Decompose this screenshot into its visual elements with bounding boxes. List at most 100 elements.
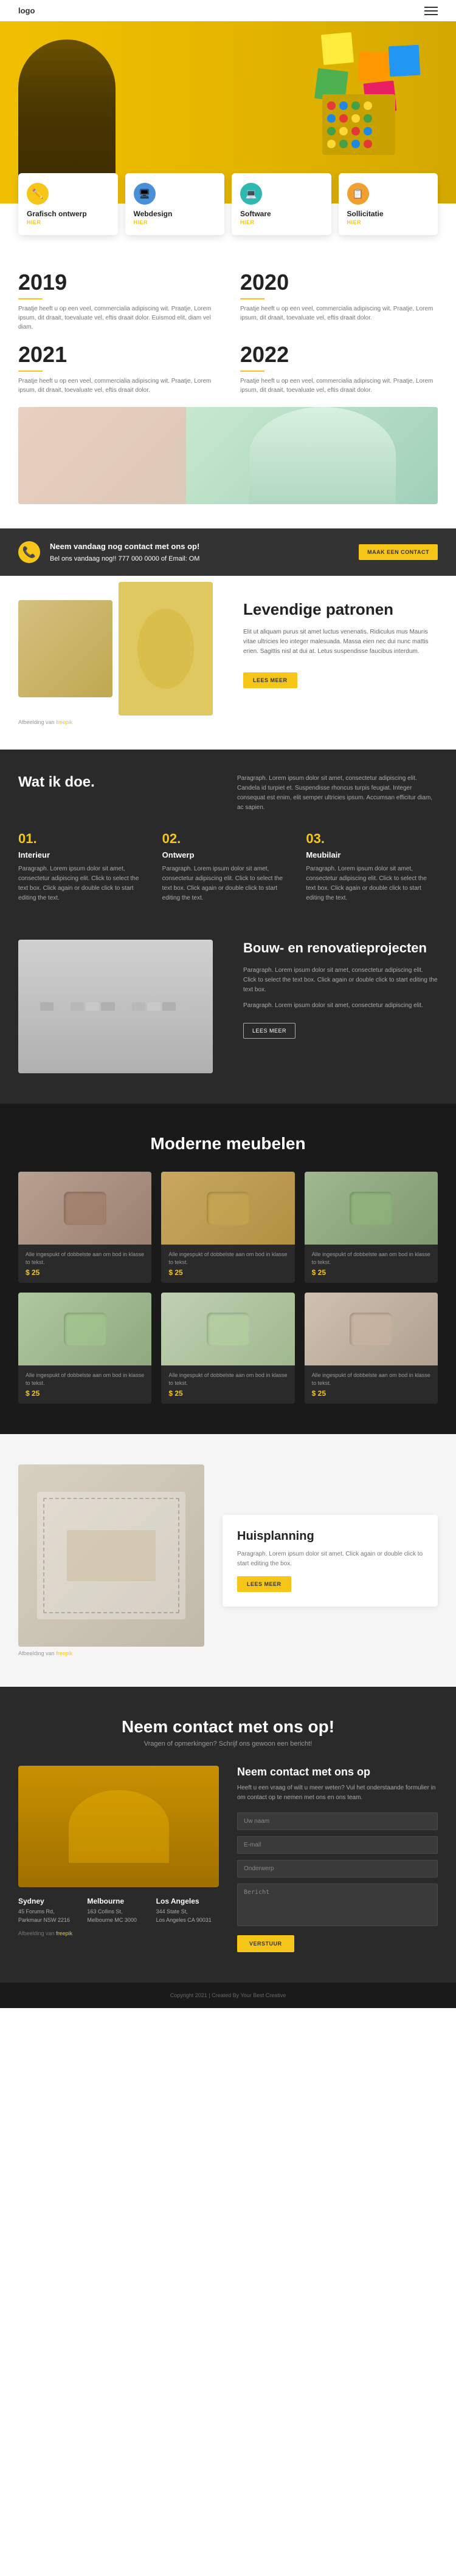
meubel-image-1: [18, 1172, 151, 1245]
grafisch-label: HIER: [27, 219, 109, 225]
huis-right: Huisplanning Paragraph. Lorem ipsum dolo…: [223, 1515, 438, 1607]
timeline-grid: 2019 Praatje heeft u op een veel, commer…: [18, 272, 438, 395]
contact-person-image: [18, 1766, 219, 1887]
huis-section: Afbeelding van freepik Huisplanning Para…: [0, 1434, 456, 1687]
meubel-image-2: [161, 1172, 294, 1245]
send-button[interactable]: VERSTUUR: [237, 1935, 294, 1952]
contact-caption-link[interactable]: freepik: [56, 1930, 72, 1936]
meubel-image-4: [18, 1293, 151, 1365]
contact-banner: 📞 Neem vandaag nog contact met ons op! B…: [0, 528, 456, 576]
timeline-divider: [18, 298, 43, 299]
timeline-divider: [18, 371, 43, 372]
meubel-image-6: [305, 1293, 438, 1365]
form-name-group: [237, 1812, 438, 1830]
footer-text: Copyright 2021 | Created By Your Best Cr…: [18, 1992, 438, 1998]
patterns-section: Afbeelding van freepik Levendige patrone…: [0, 576, 456, 750]
logo: logo: [18, 6, 35, 15]
wat-ik-doe-section: Wat ik doe. Paragraph. Lorem ipsum dolor…: [0, 750, 456, 928]
timeline-item-2021: 2021 Praatje heeft u op een veel, commer…: [18, 344, 216, 395]
timeline-item-2019: 2019 Praatje heeft u op een veel, commer…: [18, 272, 216, 332]
contact-intro: Heeft u een vraag of wilt u meer weten? …: [237, 1783, 438, 1803]
email-input[interactable]: [237, 1836, 438, 1854]
hamburger-menu[interactable]: [424, 7, 438, 15]
meubel-card-1[interactable]: Alle ingespukt of dobbelste aan om bod i…: [18, 1172, 151, 1283]
contact-right-title: Neem contact met ons op: [237, 1766, 438, 1778]
webdesign-label: HIER: [134, 219, 216, 225]
form-email-group: [237, 1836, 438, 1854]
contact-banner-text: Neem vandaag nog contact met ons op! Bel…: [50, 541, 199, 564]
bouw-lees-meer-button[interactable]: LEES MEER: [243, 1023, 295, 1039]
meubelen-title: Moderne meubelen: [18, 1134, 438, 1153]
software-icon: 💻: [240, 183, 262, 205]
name-input[interactable]: [237, 1812, 438, 1830]
grafisch-icon: ✏️: [27, 183, 49, 205]
meubel-image-5: [161, 1293, 294, 1365]
bouw-image: [18, 940, 213, 1073]
office-los-angeles: Los Angeles 344 State St,Los Angeles CA …: [156, 1897, 219, 1924]
bouw-section: Bouw- en renovatieprojecten Paragraph. L…: [0, 928, 456, 1104]
timeline-item-2022: 2022 Praatje heeft u op een veel, commer…: [240, 344, 438, 395]
message-textarea[interactable]: [237, 1884, 438, 1926]
patterns-title: Levendige patronen: [243, 600, 438, 619]
phone-icon: 📞: [18, 541, 40, 563]
bouw-title: Bouw- en renovatieprojecten: [243, 940, 438, 957]
pattern-caption-link[interactable]: freepik: [56, 719, 72, 725]
contact-banner-left: 📞 Neem vandaag nog contact met ons op! B…: [18, 541, 199, 564]
contact-section: Neem contact met ons op! Vragen of opmer…: [0, 1687, 456, 1983]
subject-input[interactable]: [237, 1860, 438, 1877]
bouw-right: Bouw- en renovatieprojecten Paragraph. L…: [231, 940, 438, 1039]
wat-card-interieur: 01. Interieur Paragraph. Lorem ipsum dol…: [18, 831, 150, 903]
hero-decoration: [310, 33, 432, 155]
sollicitatie-label: HIER: [347, 219, 430, 225]
bouw-text2: Paragraph. Lorem ipsum dolor sit amet, c…: [243, 1001, 438, 1011]
wat-header: Wat ik doe. Paragraph. Lorem ipsum dolor…: [18, 774, 438, 813]
meubelen-section: Moderne meubelen Alle ingespukt of dobbe…: [0, 1104, 456, 1434]
wat-cards: 01. Interieur Paragraph. Lorem ipsum dol…: [18, 831, 438, 903]
pattern-caption: Afbeelding van freepik: [18, 719, 213, 725]
patterns-right: Levendige patronen Elit ut aliquam purus…: [231, 600, 438, 688]
meubel-image-3: [305, 1172, 438, 1245]
offices: Sydney 45 Forums Rd,Parkmaur NSW 2216 Me…: [18, 1897, 219, 1924]
webdesign-icon: 🖥: [134, 183, 156, 205]
meubel-card-5[interactable]: Alle ingespukt of dobbelste aan om bod i…: [161, 1293, 294, 1404]
wat-description: Paragraph. Lorem ipsum dolor sit amet, c…: [237, 774, 438, 813]
service-card-webdesign[interactable]: 🖥 Webdesign HIER: [125, 173, 225, 235]
contact-layout: Sydney 45 Forums Rd,Parkmaur NSW 2216 Me…: [18, 1766, 438, 1952]
service-cards: ✏️ Grafisch ontwerp HIER 🖥 Webdesign HIE…: [0, 173, 456, 235]
timeline-divider: [240, 371, 264, 372]
office-melbourne: Melbourne 163 Collins St,Melbourne MC 30…: [87, 1897, 150, 1924]
contact-section-subtitle: Vragen of opmerkingen? Schrijf ons gewoo…: [18, 1740, 438, 1748]
software-title: Software: [240, 210, 323, 218]
meubel-card-4[interactable]: Alle ingespukt of dobbelste aan om bod i…: [18, 1293, 151, 1404]
patterns-images: Afbeelding van freepik: [18, 600, 213, 725]
office-sydney: Sydney 45 Forums Rd,Parkmaur NSW 2216: [18, 1897, 81, 1924]
software-label: HIER: [240, 219, 323, 225]
patterns-lees-meer-button[interactable]: LEES MEER: [243, 672, 297, 688]
huis-caption: Afbeelding van freepik: [18, 1650, 204, 1656]
sollicitatie-title: Sollicitatie: [347, 210, 430, 218]
sollicitatie-icon: 📋: [347, 183, 369, 205]
huis-lees-meer-button[interactable]: LEES MEER: [237, 1576, 291, 1592]
contact-section-title: Neem contact met ons op!: [18, 1717, 438, 1737]
huis-left: Afbeelding van freepik: [18, 1464, 204, 1656]
meubel-card-2[interactable]: Alle ingespukt of dobbelste aan om bod i…: [161, 1172, 294, 1283]
timeline-person-image: [18, 407, 438, 504]
wat-title: Wat ik doe.: [18, 774, 219, 813]
huis-title: Huisplanning: [237, 1529, 423, 1543]
site-header: logo: [0, 0, 456, 21]
timeline-item-2020: 2020 Praatje heeft u op een veel, commer…: [240, 272, 438, 332]
contact-banner-button[interactable]: MAAK EEN CONTACT: [359, 544, 438, 560]
service-card-grafisch[interactable]: ✏️ Grafisch ontwerp HIER: [18, 173, 118, 235]
site-footer: Copyright 2021 | Created By Your Best Cr…: [0, 1983, 456, 2008]
service-card-software[interactable]: 💻 Software HIER: [232, 173, 331, 235]
pattern-image-2: [119, 582, 213, 716]
contact-left: Sydney 45 Forums Rd,Parkmaur NSW 2216 Me…: [18, 1766, 219, 1952]
form-subject-group: [237, 1860, 438, 1877]
huis-caption-link[interactable]: freepik: [56, 1650, 72, 1656]
form-message-group: [237, 1884, 438, 1929]
contact-caption: Afbeelding van freepik: [18, 1930, 219, 1936]
service-card-sollicitatie[interactable]: 📋 Sollicitatie HIER: [339, 173, 438, 235]
huis-image: [18, 1464, 204, 1647]
meubel-card-6[interactable]: Alle ingespukt of dobbelste aan om bod i…: [305, 1293, 438, 1404]
meubel-card-3[interactable]: Alle ingespukt of dobbelste aan om bod i…: [305, 1172, 438, 1283]
